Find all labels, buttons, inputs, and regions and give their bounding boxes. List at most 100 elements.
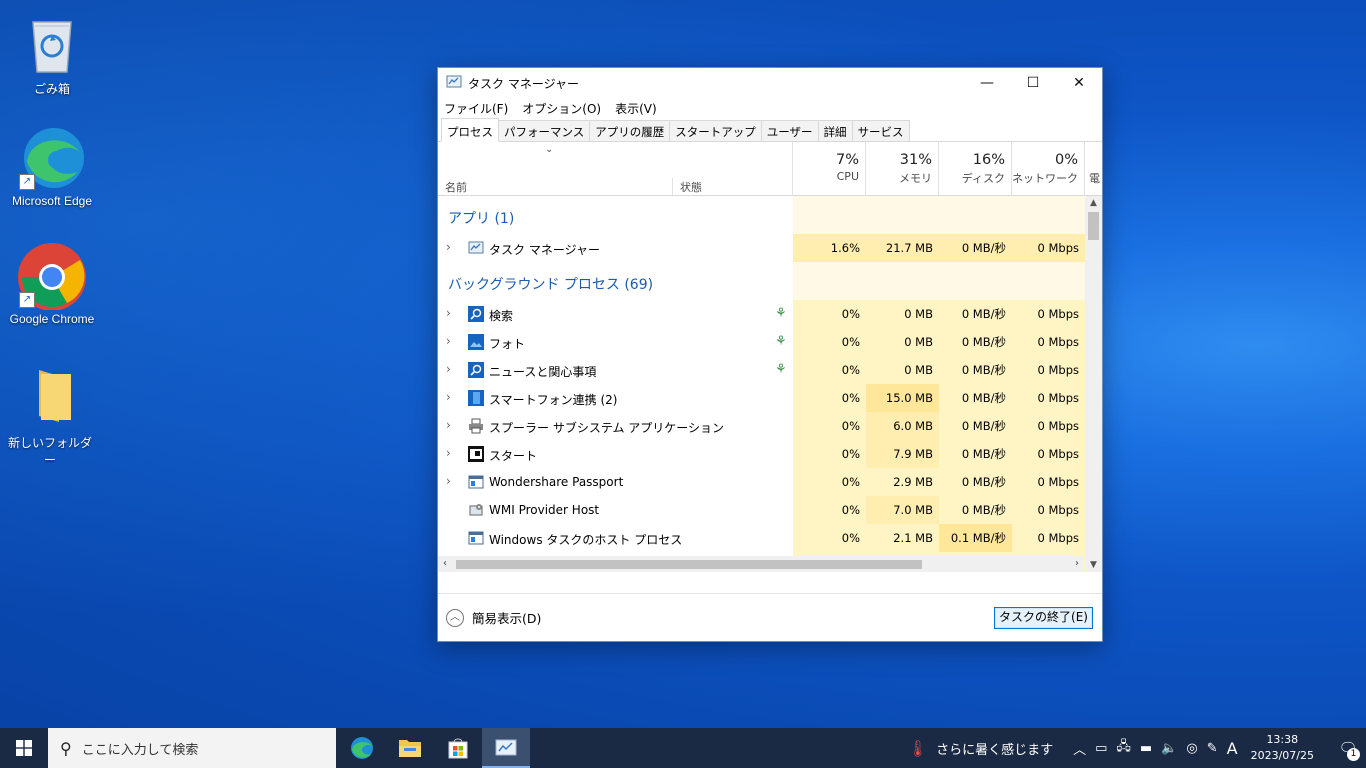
desktop-icon-edge[interactable]: ↗ Microsoft Edge (7, 122, 97, 208)
task-manager-icon (446, 74, 462, 93)
scroll-down-icon[interactable]: ▼ (1085, 558, 1102, 572)
scroll-thumb[interactable] (1088, 212, 1099, 240)
expand-chevron-icon[interactable]: › (446, 334, 451, 348)
footer: ︿ 簡易表示(D) タスクの終了(E) (438, 593, 1102, 641)
scroll-up-icon[interactable]: ▲ (1085, 196, 1102, 210)
expand-chevron-icon[interactable]: › (446, 306, 451, 320)
disk-cell: 0 MB/秒 (939, 412, 1012, 440)
taskbar-search-box[interactable]: ⚲ ここに入力して検索 (48, 728, 336, 768)
menu-bar: ファイル(F) オプション(O) 表示(V) (438, 98, 1102, 118)
column-memory[interactable]: 31% メモリ (865, 142, 938, 196)
table-row[interactable]: › ニュースと関心事項 ⚘ 0% 0 MB 0 MB/秒 0 Mbps (438, 356, 1085, 384)
window-title: タスク マネージャー (468, 76, 579, 91)
scroll-thumb[interactable] (456, 560, 922, 569)
chevron-up-icon[interactable]: ︿ (1073, 739, 1086, 758)
cpu-cell: 1.6% (793, 234, 866, 262)
scroll-left-icon[interactable]: ‹ (443, 556, 447, 572)
column-disk[interactable]: 16% ディスク (938, 142, 1011, 196)
memory-cell: 0 MB (866, 300, 939, 328)
clock-time: 13:38 (1266, 733, 1299, 746)
search-app-icon (468, 306, 484, 322)
horizontal-scrollbar[interactable]: ‹ › (438, 556, 1084, 572)
end-task-button[interactable]: タスクの終了(E) (994, 607, 1093, 629)
disk-cell: 0 MB/秒 (939, 300, 1012, 328)
table-row[interactable]: › 検索 ⚘ 0% 0 MB 0 MB/秒 0 Mbps (438, 300, 1085, 328)
expand-chevron-icon[interactable]: › (446, 240, 451, 254)
taskbar-task-manager[interactable] (482, 728, 530, 768)
scroll-right-icon[interactable]: › (1075, 556, 1079, 572)
table-row[interactable]: › タスク マネージャー 1.6% 21.7 MB 0 MB/秒 0 Mbps (438, 234, 1085, 262)
taskbar-store[interactable] (434, 728, 482, 768)
group-apps: アプリ (1) (448, 211, 515, 227)
sort-chevron-icon[interactable]: ⌄ (545, 144, 553, 155)
vertical-scrollbar[interactable]: ▲ ▼ (1085, 196, 1102, 572)
taskbar-edge[interactable] (338, 728, 386, 768)
weather-widget[interactable]: 🌡 さらに暑く感じます (908, 739, 1053, 758)
table-row[interactable]: › フォト ⚘ 0% 0 MB 0 MB/秒 0 Mbps (438, 328, 1085, 356)
tab-users[interactable]: ユーザー (760, 120, 819, 141)
process-name: WMI Provider Host (489, 503, 600, 517)
table-row[interactable]: › Wondershare Passport 0% 2.9 MB 0 MB/秒 0 Mbp… (438, 468, 1085, 496)
app-window-icon (468, 474, 484, 490)
tab-bar: プロセス パフォーマンス アプリの履歴 スタートアップ ユーザー 詳細 サービス (438, 118, 1102, 142)
column-network[interactable]: 0% ネットワーク (1011, 142, 1084, 196)
network-cell: 0 Mbps (1012, 300, 1085, 328)
pen-icon[interactable]: ✎ (1207, 741, 1218, 756)
process-name: スタート (489, 449, 538, 463)
column-power-truncated[interactable]: 電 (1084, 142, 1104, 196)
start-button[interactable] (0, 728, 48, 768)
maximize-button[interactable]: ☐ (1010, 68, 1056, 98)
expand-chevron-icon[interactable]: › (446, 390, 451, 404)
network-cell: 0 Mbps (1012, 440, 1085, 468)
cpu-cell: 0% (793, 328, 866, 356)
disk-cell: 0 MB/秒 (939, 384, 1012, 412)
expand-chevron-icon[interactable]: › (446, 474, 451, 488)
recycle-bin-icon (17, 8, 87, 78)
table-row[interactable]: › スマートフォン連携 (2) 0% 15.0 MB 0 MB/秒 0 Mbps (438, 384, 1085, 412)
ime-indicator[interactable]: A (1227, 739, 1238, 758)
table-row[interactable]: › スプーラー サブシステム アプリケーション 0% 6.0 MB 0 MB/秒 0 Mb… (438, 412, 1085, 440)
disk-cell: 0 MB/秒 (939, 468, 1012, 496)
process-name: スマートフォン連携 (2) (489, 393, 618, 407)
tab-services[interactable]: サービス (851, 120, 910, 141)
tablet-mode-icon[interactable]: ▭ (1095, 741, 1107, 756)
tab-app-history[interactable]: アプリの履歴 (589, 120, 671, 141)
clock[interactable]: 13:38 2023/07/25 (1251, 732, 1314, 764)
taskbar-explorer[interactable] (386, 728, 434, 768)
process-name: 検索 (489, 309, 514, 323)
menu-file[interactable]: ファイル(F) (444, 100, 508, 117)
desktop-icon-chrome[interactable]: ↗ Google Chrome (7, 240, 97, 326)
close-button[interactable]: ✕ (1056, 68, 1102, 98)
column-cpu[interactable]: 7% CPU (792, 142, 865, 196)
menu-options[interactable]: オプション(O) (522, 100, 601, 117)
desktop-icon-recycle-bin[interactable]: ごみ箱 (7, 8, 97, 97)
minimize-button[interactable]: — (964, 68, 1010, 98)
tab-details[interactable]: 詳細 (817, 120, 853, 141)
meet-now-icon[interactable]: ◎ (1186, 741, 1197, 756)
folder-icon (15, 362, 85, 432)
photos-icon (468, 334, 484, 350)
notification-center-button[interactable]: 🗨 1 (1330, 728, 1366, 768)
volume-icon[interactable]: 🔈 (1161, 741, 1177, 756)
expand-chevron-icon[interactable]: › (446, 362, 451, 376)
tab-performance[interactable]: パフォーマンス (498, 120, 591, 141)
title-bar[interactable]: タスク マネージャー — ☐ ✕ (438, 68, 1102, 98)
shortcut-arrow-icon: ↗ (19, 174, 35, 190)
tab-startup[interactable]: スタートアップ (669, 120, 762, 141)
menu-view[interactable]: 表示(V) (615, 100, 657, 117)
tab-processes[interactable]: プロセス (441, 118, 499, 142)
table-row[interactable]: › スタート 0% 7.9 MB 0 MB/秒 0 Mbps (438, 440, 1085, 468)
network-cell: 0 Mbps (1012, 328, 1085, 356)
battery-icon[interactable]: ▬ (1140, 741, 1152, 756)
desktop-icon-new-folder[interactable]: 新しいフォルダー (5, 362, 95, 468)
fewer-details-button[interactable]: ︿ 簡易表示(D) (446, 608, 541, 627)
column-name[interactable]: 名前 (445, 179, 467, 195)
table-row[interactable]: WMI Provider Host 0% 7.0 MB 0 MB/秒 0 Mbps (438, 496, 1085, 524)
cpu-cell: 0% (793, 412, 866, 440)
chevron-up-icon: ︿ (446, 608, 464, 627)
column-status[interactable]: 状態 (680, 179, 702, 195)
expand-chevron-icon[interactable]: › (446, 446, 451, 460)
network-icon[interactable]: 🖧 (1116, 737, 1131, 759)
expand-chevron-icon[interactable]: › (446, 418, 451, 432)
table-row[interactable]: Windows タスクのホスト プロセス 0% 2.1 MB 0.1 MB/秒 0 Mb… (438, 524, 1085, 552)
